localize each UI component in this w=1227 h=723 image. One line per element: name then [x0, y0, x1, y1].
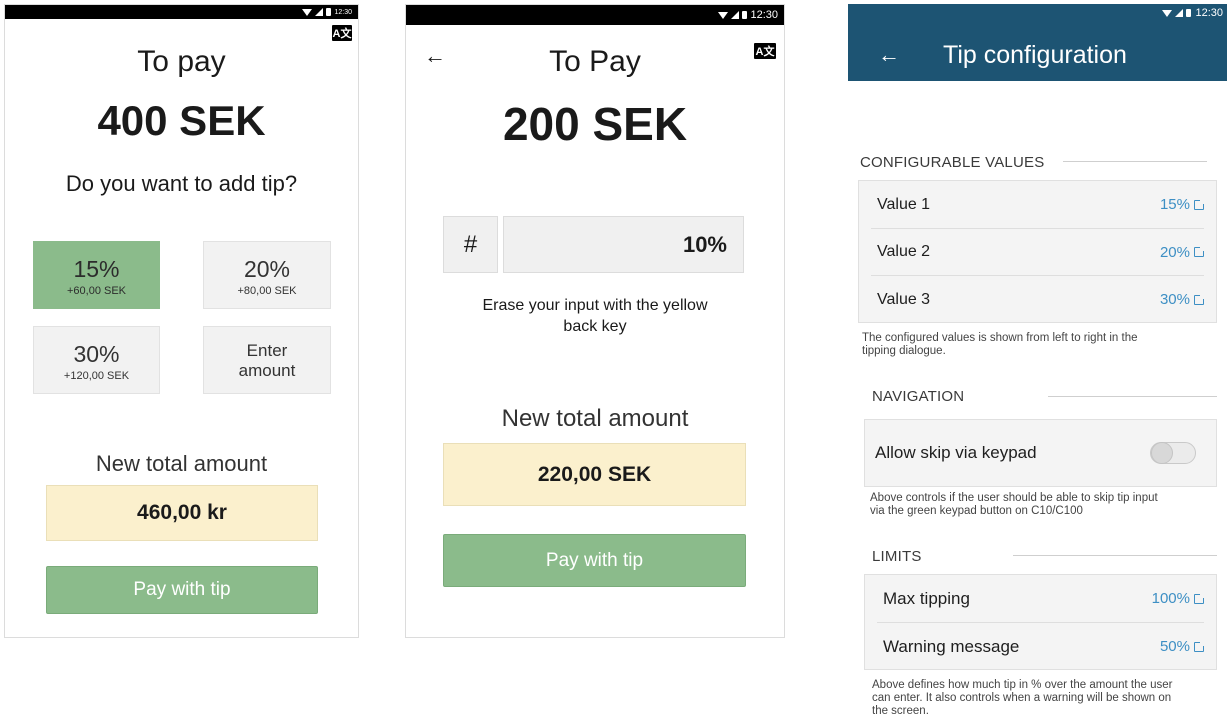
signal-icon: [1175, 9, 1183, 17]
row-value[interactable]: 100%: [1151, 590, 1205, 607]
allow-skip-row[interactable]: Allow skip via keypad: [865, 420, 1216, 486]
row-label: Allow skip via keypad: [875, 443, 1037, 462]
new-total-value: 460,00 kr: [46, 485, 318, 541]
external-link-icon: [1194, 293, 1205, 305]
external-link-icon: [1194, 246, 1205, 257]
new-total-label: New total amount: [501, 405, 689, 432]
amount-due: 200 SEK: [502, 98, 688, 150]
erase-hint-line2: back key: [563, 318, 627, 335]
section-title-limits: LIMITS: [872, 548, 922, 565]
screen-tip-configuration: 12:30 ← Tip configuration CONFIGURABLE V…: [848, 4, 1227, 723]
help-line: Above defines how much tip in % over the…: [872, 679, 1173, 691]
battery-icon: [1186, 9, 1191, 17]
pay-with-tip-button[interactable]: Pay with tip: [46, 566, 318, 614]
help-line: The configured values is shown from left…: [862, 332, 1138, 344]
configurable-help-text: The configured values is shown from left…: [862, 332, 1207, 358]
row-value[interactable]: 50%: [1159, 638, 1205, 655]
configurable-values-group: Value 1 15% Value 2 20% Value 3 30%: [858, 180, 1217, 323]
status-time: 12:30: [334, 8, 352, 16]
section-title-navigation: NAVIGATION: [872, 388, 965, 405]
section-divider: [1063, 161, 1207, 162]
tip-amount: +120,00 SEK: [63, 370, 130, 382]
row-label: Value 2: [877, 243, 931, 260]
config-row-value-1[interactable]: Value 1 15%: [859, 181, 1216, 228]
enter-amount-button[interactable]: Enter amount: [203, 326, 331, 394]
help-line: via the green keypad button on C10/C100: [870, 505, 1083, 517]
row-label: Warning message: [883, 636, 1020, 656]
app-bar: 12:30 ← Tip configuration: [848, 4, 1227, 81]
tip-percent: 30%: [73, 341, 120, 367]
row-value-text: 20%: [1159, 243, 1190, 261]
tip-question: Do you want to add tip?: [65, 171, 298, 196]
row-value[interactable]: 15%: [1159, 196, 1205, 213]
limits-row-warning-message[interactable]: Warning message 50%: [865, 623, 1216, 670]
status-time: 12:30: [750, 9, 778, 21]
limits-group: Max tipping 100% Warning message 50%: [864, 574, 1217, 670]
tip-option-15[interactable]: 15% +60,00 SEK: [33, 241, 160, 309]
page-title: To Pay: [549, 45, 641, 78]
external-link-icon: [1194, 640, 1205, 652]
battery-icon: [326, 8, 332, 16]
limits-help-text: Above defines how much tip in % over the…: [872, 679, 1207, 718]
tip-option-20[interactable]: 20% +80,00 SEK: [203, 241, 331, 309]
new-total-label: New total amount: [95, 451, 268, 476]
external-link-icon: [1194, 198, 1205, 210]
row-value-text: 15%: [1159, 196, 1190, 213]
language-button[interactable]: A文: [332, 25, 352, 41]
wifi-icon: [718, 11, 729, 19]
row-value-text: 100%: [1151, 590, 1190, 607]
tip-option-30[interactable]: 30% +120,00 SEK: [33, 326, 160, 394]
screen-enter-tip: 12:30 ← A文 To Pay 200 SEK # 10% Erase yo…: [405, 4, 785, 638]
new-total-value: 220,00 SEK: [443, 443, 746, 506]
status-time: 12:30: [1195, 7, 1223, 19]
toggle-knob: [1151, 442, 1173, 464]
config-row-value-2[interactable]: Value 2 20%: [859, 229, 1216, 275]
help-line: Above controls if the user should be abl…: [870, 492, 1158, 504]
hash-key[interactable]: #: [443, 216, 498, 273]
status-icons: [302, 8, 332, 16]
erase-hint-line1: Erase your input with the yellow: [482, 297, 708, 314]
tip-input-field[interactable]: 10%: [503, 216, 744, 273]
row-label: Value 1: [877, 195, 931, 213]
enter-amount-label-line2: amount: [238, 361, 296, 380]
wifi-icon: [1162, 9, 1172, 17]
amount-due: 400 SEK: [97, 97, 266, 144]
wifi-icon: [302, 8, 313, 16]
help-line: the screen.: [872, 705, 929, 717]
section-divider: [1013, 555, 1217, 556]
screen-tip-selection: 12:30 A文 To pay 400 SEK Do you want to a…: [4, 4, 359, 638]
row-value-text: 50%: [1159, 638, 1190, 655]
row-value[interactable]: 30%: [1159, 291, 1205, 308]
tip-amount: +60,00 SEK: [66, 285, 127, 297]
section-title-configurable-values: CONFIGURABLE VALUES: [860, 154, 1045, 171]
tip-percent: 15%: [73, 256, 120, 282]
external-link-icon: [1194, 592, 1205, 604]
tip-amount: +80,00 SEK: [237, 285, 297, 297]
help-line: tipping dialogue.: [862, 345, 946, 357]
signal-icon: [315, 8, 324, 16]
tip-percent: 20%: [243, 256, 291, 282]
status-bar: 12:30: [5, 5, 358, 19]
config-row-value-3[interactable]: Value 3 30%: [859, 276, 1216, 323]
status-bar: 12:30: [406, 5, 784, 25]
allow-skip-toggle[interactable]: [1150, 442, 1196, 464]
page-title: To pay: [137, 45, 226, 78]
app-bar-title: Tip configuration: [943, 41, 1127, 69]
back-arrow-icon[interactable]: ←: [878, 42, 900, 68]
row-label: Value 3: [877, 290, 931, 308]
navigation-help-text: Above controls if the user should be abl…: [870, 492, 1207, 518]
pay-with-tip-button[interactable]: Pay with tip: [443, 534, 746, 587]
row-value-text: 30%: [1159, 291, 1190, 308]
help-line: can enter. It also controls when a warni…: [872, 692, 1172, 704]
battery-icon: [742, 11, 748, 19]
navigation-group: Allow skip via keypad: [864, 419, 1217, 487]
enter-amount-label-line1: Enter: [246, 341, 288, 360]
status-icons: [1162, 9, 1191, 17]
signal-icon: [731, 11, 740, 19]
row-value[interactable]: 20%: [1159, 243, 1205, 261]
status-icons: [718, 11, 748, 19]
section-divider: [1048, 396, 1217, 397]
limits-row-max-tipping[interactable]: Max tipping 100%: [865, 575, 1216, 622]
row-label: Max tipping: [883, 588, 970, 608]
